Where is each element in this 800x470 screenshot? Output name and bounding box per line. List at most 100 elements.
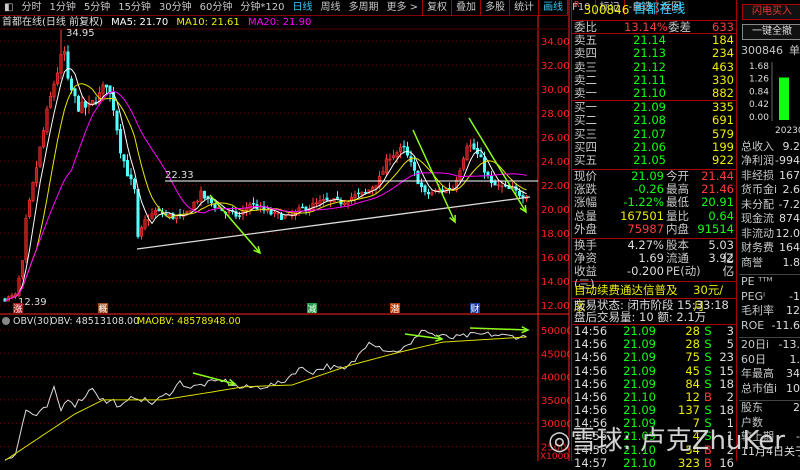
kline-chart[interactable]: 34.0032.0030.0028.0026.0024.0022.0020.00… bbox=[0, 0, 570, 461]
support-trendline[interactable] bbox=[137, 197, 530, 249]
flash-buy-button[interactable]: 闪电买入 bbox=[742, 4, 800, 20]
candle bbox=[151, 208, 154, 219]
obv-arrow-icon[interactable] bbox=[405, 334, 442, 341]
cancel-all-button[interactable]: 一键全撤 bbox=[742, 24, 800, 40]
tick-side: B bbox=[700, 457, 716, 470]
info-row: 商誉1.8 bbox=[739, 256, 800, 271]
obv-axis-label: 50000 bbox=[541, 326, 570, 337]
stock-code: 300846 bbox=[584, 0, 630, 20]
panel-toggle-icon[interactable]: ◧ bbox=[0, 0, 17, 15]
obv-arrow-icon[interactable] bbox=[470, 327, 528, 333]
info-label: 户数 bbox=[741, 416, 763, 431]
tick-volume: 45 bbox=[656, 365, 700, 378]
tab-period-0[interactable]: 分时 bbox=[17, 0, 45, 15]
stat-row: 涨幅-1.22%最低20.91 bbox=[572, 196, 736, 209]
event-marker-label: 涨 bbox=[13, 304, 22, 315]
candle bbox=[32, 181, 35, 202]
tick-list[interactable]: 14:5621.0928S314:5621.0928S514:5621.0975… bbox=[572, 324, 736, 470]
bar-tick: 1.68 bbox=[749, 62, 769, 72]
ad-banner[interactable]: 自动续费通达信普及版 30元/月 bbox=[572, 281, 736, 297]
info-label: 总市值i bbox=[741, 382, 777, 397]
info-label: 非经损 bbox=[741, 169, 774, 184]
obv-arrow-icon[interactable] bbox=[193, 373, 235, 385]
info-label: 商誉 bbox=[741, 256, 763, 271]
order-volume: 579 bbox=[666, 128, 734, 141]
tab-period-6[interactable]: 分钟*120 bbox=[236, 0, 288, 15]
event-marker[interactable]: 财 bbox=[470, 303, 480, 315]
stat-value: 20.91 bbox=[694, 196, 734, 209]
info-row: 净利润-994 bbox=[739, 154, 800, 169]
tab-period-5[interactable]: 60分钟 bbox=[196, 0, 237, 15]
tab-period-10[interactable]: 更多 > bbox=[383, 0, 423, 15]
tab-period-2[interactable]: 5分钟 bbox=[80, 0, 114, 15]
tick-row: 14:5621.0945S15 bbox=[572, 365, 736, 378]
candle bbox=[46, 106, 49, 135]
order-volume: 922 bbox=[666, 154, 734, 167]
info-value: - bbox=[796, 430, 800, 445]
tab-period-7[interactable]: 日线 bbox=[289, 0, 317, 15]
info-label: 非流动 bbox=[741, 227, 774, 242]
tab-period-8[interactable]: 周线 bbox=[317, 0, 345, 15]
tick-volume: 75 bbox=[656, 351, 700, 364]
tick-volume: 54 bbox=[656, 444, 700, 457]
info-label: PEGⁱ bbox=[741, 290, 765, 305]
tick-row: 14:5621.0984S18 bbox=[572, 378, 736, 391]
candle bbox=[459, 168, 462, 183]
candle bbox=[448, 182, 451, 193]
info-value: -1 bbox=[789, 290, 800, 305]
tick-side: S bbox=[700, 365, 716, 378]
info-value: 12.0 bbox=[776, 227, 800, 242]
obv-value: OBV: 48513108.00 bbox=[50, 316, 139, 327]
obv-axis-label: 30000 bbox=[541, 419, 570, 430]
candle bbox=[60, 30, 63, 80]
event-marker[interactable]: 涨 bbox=[13, 303, 23, 315]
news-item[interactable]: 11月4日关于2 bbox=[739, 445, 800, 460]
event-marker[interactable]: 潜 bbox=[390, 303, 400, 315]
candle bbox=[4, 298, 7, 302]
info-value: -7.2 bbox=[779, 198, 800, 213]
chart-info-line: 首都在线(日线 前复权) MA5: 21.70 MA10: 21.61 MA20… bbox=[2, 17, 316, 29]
order-price: 21.13 bbox=[624, 47, 666, 60]
tab-period-4[interactable]: 30分钟 bbox=[155, 0, 196, 15]
order-row: 卖三21.12463 bbox=[572, 61, 736, 74]
price-stats: 现价21.09今开21.44涨跌-0.26最高21.46涨幅-1.22%最低20… bbox=[572, 169, 736, 236]
obv-axis-label: 35000 bbox=[541, 396, 570, 407]
toolbar-button-3[interactable]: 统计 bbox=[509, 0, 538, 15]
stat-label: 涨幅 bbox=[574, 196, 608, 209]
candle bbox=[49, 92, 52, 109]
toolbar-button-1[interactable]: 叠加 bbox=[451, 0, 480, 15]
candle bbox=[42, 127, 45, 148]
candle bbox=[39, 146, 42, 168]
ma5-value: MA5: 21.70 bbox=[111, 17, 168, 28]
tick-price: 21.09 bbox=[614, 378, 656, 391]
toolbar-button-0[interactable]: 复权 bbox=[422, 0, 451, 15]
price-axis-label: 22.00 bbox=[541, 181, 570, 192]
tab-period-1[interactable]: 1分钟 bbox=[45, 0, 79, 15]
price-axis-label: 18.00 bbox=[541, 229, 570, 240]
trend-arrow-icon[interactable] bbox=[469, 118, 526, 212]
candle bbox=[119, 124, 122, 158]
ad-price: 30元/月 bbox=[693, 282, 734, 297]
toolbar-button-4[interactable]: 画线 bbox=[538, 0, 567, 15]
event-marker[interactable]: 减 bbox=[307, 303, 317, 315]
order-price: 21.12 bbox=[624, 61, 666, 74]
fin-code: 300846 bbox=[741, 44, 783, 59]
info-row: 未分配-7.2 bbox=[739, 198, 800, 213]
order-label: 卖三 bbox=[574, 61, 624, 74]
info-label: 毛利率 bbox=[741, 304, 774, 319]
price-axis-label: 26.00 bbox=[541, 133, 570, 144]
order-volume: 463 bbox=[666, 61, 734, 74]
order-row: 卖四21.13234 bbox=[572, 47, 736, 60]
candle bbox=[487, 171, 490, 179]
order-volume: 882 bbox=[666, 87, 734, 100]
tab-period-9[interactable]: 多周期 bbox=[345, 0, 383, 15]
candle bbox=[186, 211, 189, 214]
event-marker[interactable]: 概 bbox=[98, 303, 108, 315]
candle bbox=[210, 198, 213, 207]
price-axis-label: 28.00 bbox=[541, 109, 570, 120]
toolbar-button-2[interactable]: 多股 bbox=[480, 0, 509, 15]
candle bbox=[382, 166, 385, 174]
tab-period-3[interactable]: 15分钟 bbox=[114, 0, 155, 15]
indicator-menu-icon[interactable] bbox=[2, 317, 10, 325]
info-value: -11.6 bbox=[772, 319, 800, 334]
